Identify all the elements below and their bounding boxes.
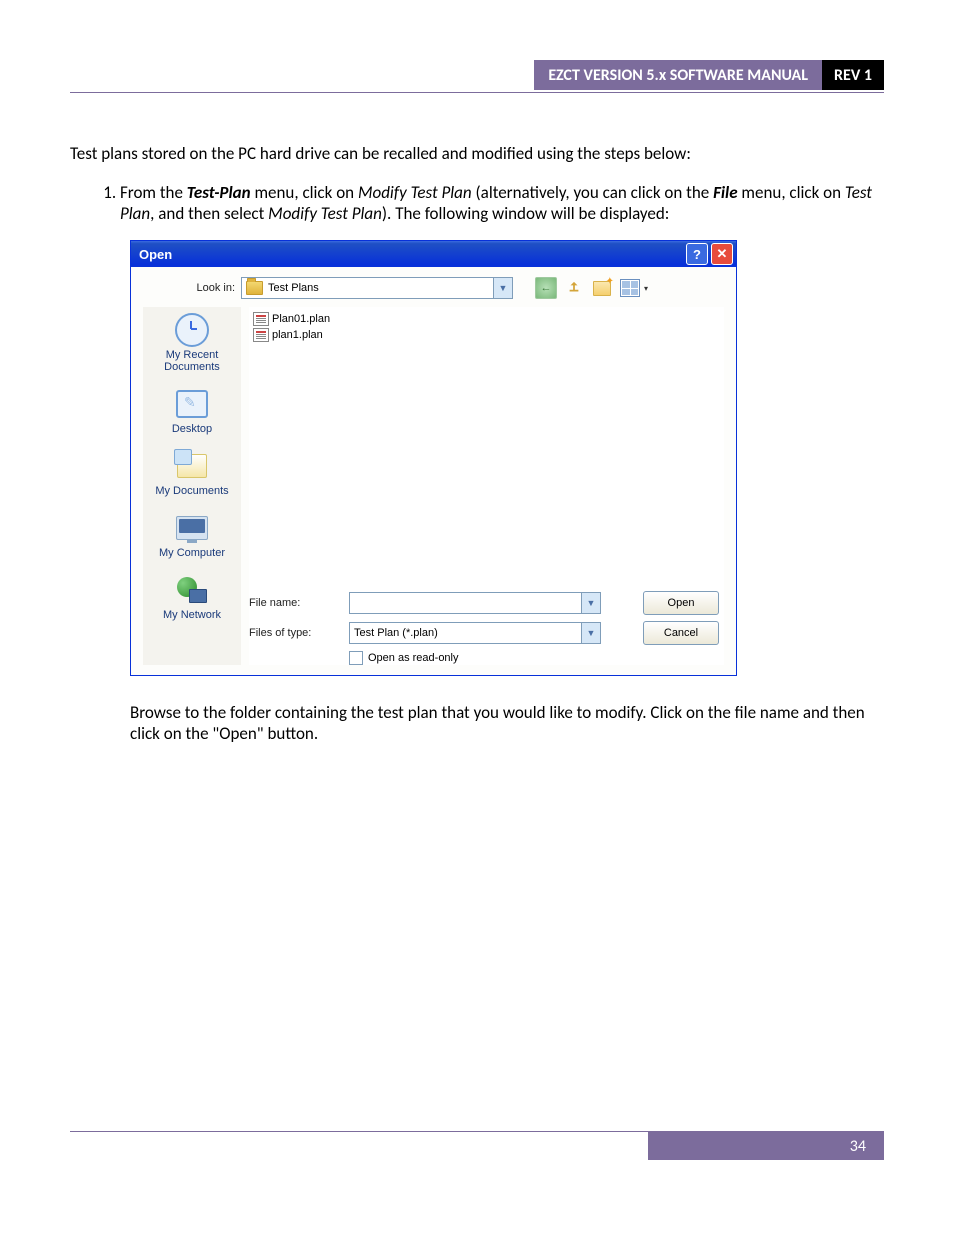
lookin-combo[interactable]: Test Plans ▼ (241, 277, 513, 299)
open-button[interactable]: Open (643, 591, 719, 615)
new-folder-button[interactable] (591, 277, 613, 299)
filename-label: File name: (249, 597, 349, 609)
views-button[interactable] (619, 277, 641, 299)
lookin-label: Look in: (143, 282, 241, 294)
computer-icon (176, 516, 208, 540)
place-desktop[interactable]: Desktop (143, 381, 241, 443)
dialog-title: Open (139, 247, 172, 262)
places-bar: My Recent Documents Desktop My Documents… (143, 307, 241, 665)
after-text: Browse to the folder containing the test… (130, 702, 870, 744)
chevron-down-icon[interactable]: ▼ (493, 278, 512, 298)
filetype-label: Files of type: (249, 627, 349, 639)
clock-icon (175, 313, 209, 347)
page-header: EZCT VERSION 5.x SOFTWARE MANUAL REV 1 (70, 60, 884, 90)
dialog-titlebar: Open ? ✕ (131, 241, 736, 267)
lookin-value: Test Plans (268, 282, 319, 294)
place-recent[interactable]: My Recent Documents (143, 307, 241, 381)
readonly-checkbox[interactable] (349, 651, 363, 665)
file-item[interactable]: Plan01.plan (253, 311, 720, 327)
page-number: 34 (648, 1132, 884, 1160)
cancel-button[interactable]: Cancel (643, 621, 719, 645)
help-button[interactable]: ? (686, 243, 708, 265)
intro-text: Test plans stored on the PC hard drive c… (70, 143, 884, 164)
file-icon (253, 328, 269, 342)
header-rev: REV 1 (822, 60, 884, 90)
file-icon (253, 312, 269, 326)
readonly-label: Open as read-only (368, 652, 459, 664)
place-computer[interactable]: My Computer (143, 505, 241, 567)
step-1: From the Test-Plan menu, click on Modify… (120, 182, 884, 224)
file-list[interactable]: Plan01.plan plan1.plan (249, 307, 724, 585)
filetype-select[interactable]: Test Plan (*.plan) ▼ (349, 622, 601, 644)
back-button[interactable]: ← (535, 277, 557, 299)
open-dialog: Open ? ✕ Look in: Test Plans ▼ ← (130, 240, 737, 676)
desktop-icon (176, 390, 208, 418)
place-documents[interactable]: My Documents (143, 443, 241, 505)
chevron-down-icon[interactable]: ▼ (581, 623, 600, 643)
file-item[interactable]: plan1.plan (253, 327, 720, 343)
network-icon (177, 577, 207, 603)
header-title: EZCT VERSION 5.x SOFTWARE MANUAL (534, 60, 822, 90)
chevron-down-icon[interactable]: ▼ (581, 593, 600, 613)
up-one-level-button[interactable] (563, 277, 585, 299)
close-button[interactable]: ✕ (711, 243, 733, 265)
place-network[interactable]: My Network (143, 567, 241, 629)
documents-icon (177, 454, 207, 478)
folder-icon (246, 281, 263, 295)
filename-input[interactable]: ▼ (349, 592, 601, 614)
